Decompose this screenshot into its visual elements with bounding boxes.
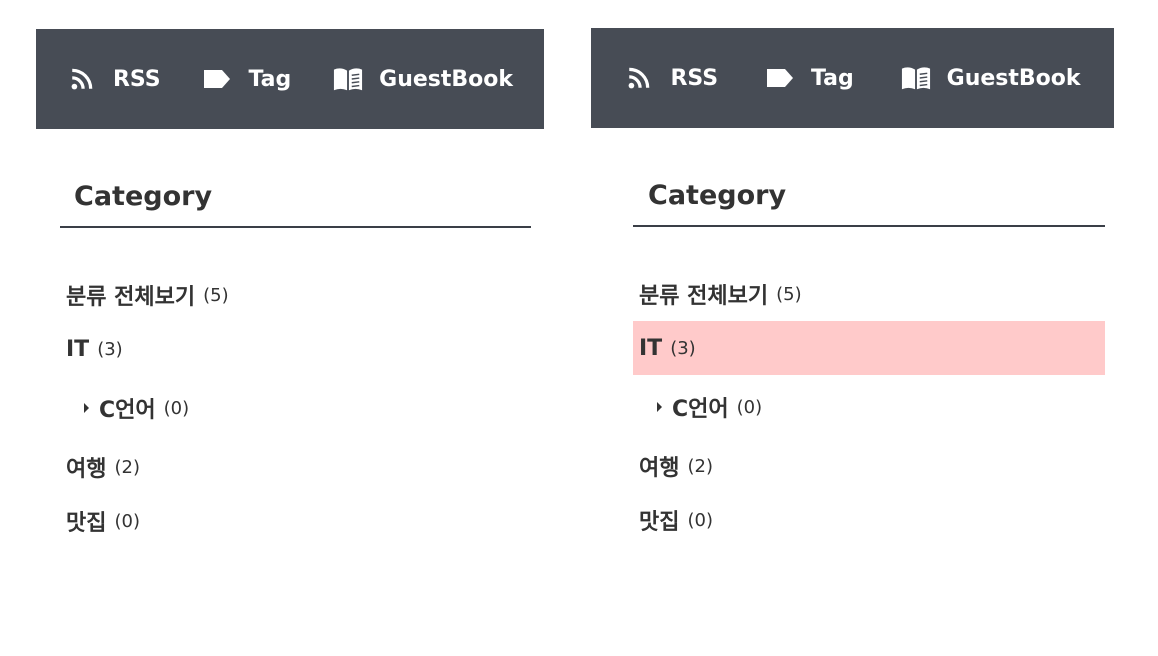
- tag-label: Tag: [248, 66, 292, 92]
- rss-link[interactable]: RSS: [67, 66, 161, 92]
- category-item-it-highlighted[interactable]: IT (3): [633, 321, 1105, 375]
- book-icon: [901, 65, 931, 91]
- category-item-travel[interactable]: 여행 (2): [633, 439, 1105, 493]
- category-item-count: (5): [776, 283, 802, 305]
- category-item-count: (2): [687, 455, 713, 477]
- category-item-it[interactable]: IT (3): [60, 322, 531, 376]
- guestbook-label: GuestBook: [946, 65, 1081, 91]
- category-item-all[interactable]: 분류 전체보기 (5): [633, 267, 1105, 321]
- category-item-count: (0): [687, 509, 713, 531]
- topbar: RSS Tag GuestBook: [36, 29, 544, 129]
- rss-icon: [67, 66, 97, 92]
- tag-link[interactable]: Tag: [202, 66, 291, 92]
- category-item-count: (5): [203, 284, 229, 306]
- caret-right-icon: [84, 403, 89, 413]
- category-item-count: (3): [97, 338, 123, 360]
- category-item-label: C언어: [99, 398, 156, 423]
- rss-link[interactable]: RSS: [624, 65, 718, 91]
- category-item-label: 여행: [639, 456, 680, 481]
- category-item-restaurants[interactable]: 맛집 (0): [633, 493, 1105, 547]
- category-item-label: IT: [66, 336, 90, 362]
- rss-label: RSS: [112, 66, 161, 92]
- category-item-count: (0): [163, 397, 190, 419]
- guestbook-link[interactable]: GuestBook: [333, 66, 513, 92]
- book-icon: [333, 66, 363, 92]
- category-item-c-language[interactable]: C언어 (0): [60, 376, 531, 440]
- category-item-travel[interactable]: 여행 (2): [60, 440, 531, 494]
- category-item-count: (0): [736, 396, 763, 418]
- topbar: RSS Tag GuestBook: [591, 28, 1114, 128]
- tag-label: Tag: [810, 65, 854, 91]
- category-item-c-language[interactable]: C언어 (0): [633, 375, 1105, 439]
- category-item-label: 여행: [66, 457, 107, 482]
- category-item-label: 맛집: [66, 511, 107, 536]
- tag-link[interactable]: Tag: [765, 65, 854, 91]
- category-item-all[interactable]: 분류 전체보기 (5): [60, 268, 531, 322]
- sidebar-panel-left: RSS Tag GuestBook Category 분류 전체보기 (5) I…: [36, 29, 544, 548]
- category-title: Category: [633, 180, 1105, 227]
- category-item-count: (2): [114, 456, 140, 478]
- tag-icon: [765, 65, 795, 91]
- category-item-label: 맛집: [639, 510, 680, 535]
- category-title: Category: [60, 181, 531, 228]
- category-list: 분류 전체보기 (5) IT (3) C언어 (0) 여행 (2) 맛집 (0): [633, 267, 1105, 547]
- category-list: 분류 전체보기 (5) IT (3) C언어 (0) 여행 (2) 맛집 (0): [60, 268, 531, 548]
- category-item-label: 분류 전체보기: [639, 284, 769, 309]
- guestbook-link[interactable]: GuestBook: [901, 65, 1081, 91]
- category-item-count: (3): [670, 337, 696, 359]
- rss-label: RSS: [670, 65, 719, 91]
- category-item-label: C언어: [672, 397, 729, 422]
- tag-icon: [202, 66, 232, 92]
- caret-right-icon: [657, 402, 662, 412]
- rss-icon: [624, 65, 654, 91]
- guestbook-label: GuestBook: [379, 66, 514, 92]
- sidebar-panel-right: RSS Tag GuestBook Category 분류 전체보기 (5) I…: [591, 28, 1114, 547]
- category-item-label: 분류 전체보기: [66, 285, 196, 310]
- category-item-count: (0): [114, 510, 140, 532]
- category-item-restaurants[interactable]: 맛집 (0): [60, 494, 531, 548]
- category-item-label: IT: [639, 335, 663, 361]
